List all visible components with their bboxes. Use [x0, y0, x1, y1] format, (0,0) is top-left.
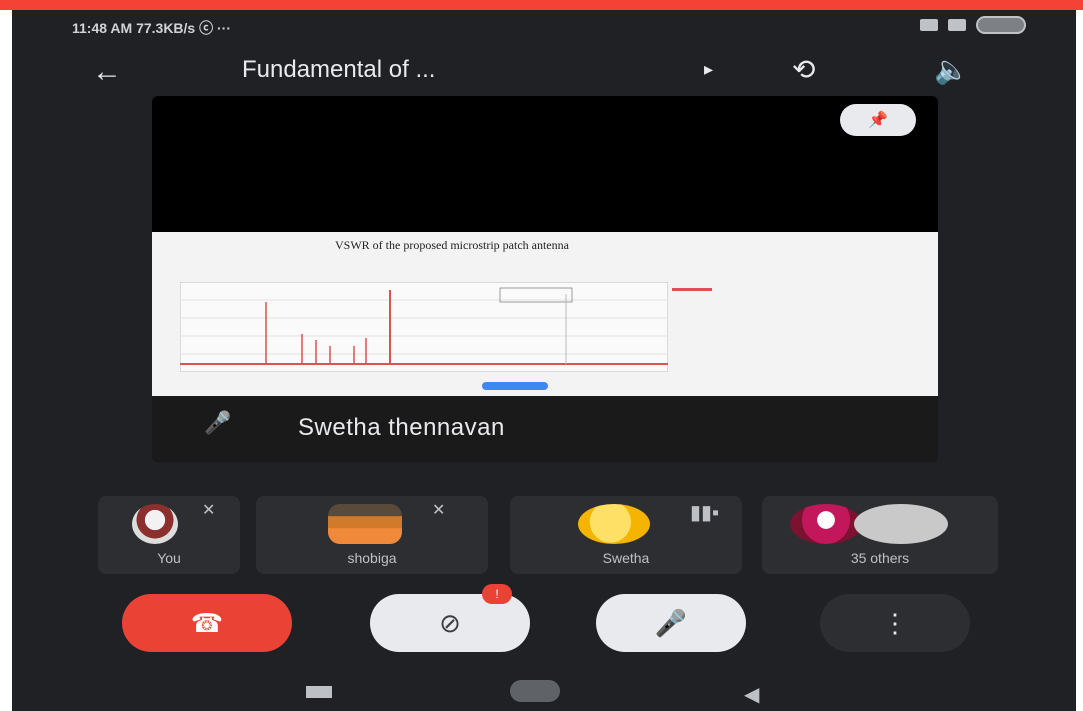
android-nav-bar: ◀ [12, 676, 1076, 711]
meeting-title[interactable]: Fundamental of ... [242, 56, 435, 84]
mic-off-icon: 🎤 [654, 607, 688, 638]
shared-slide: VSWR of the proposed microstrip patch an… [152, 232, 938, 396]
participant-strip: ✕ You ✕ shobiga ▮▮▪ Swetha 35 others [98, 496, 998, 574]
status-icons [920, 16, 1026, 34]
end-call-button[interactable]: ☎ [122, 594, 292, 652]
slide-title: VSWR of the proposed microstrip patch an… [335, 238, 569, 252]
speaker-caption-bar: 🎤 Swetha thennavan [152, 396, 938, 462]
mic-off-icon: ✕ [432, 502, 446, 519]
speaker-icon[interactable]: 🔈 [934, 53, 969, 86]
switch-camera-icon[interactable]: ⟲ [792, 53, 815, 86]
mic-off-icon: ✕ [202, 502, 216, 519]
presentation-stage[interactable]: 📌 VSWR of the proposed microstrip patch … [152, 96, 938, 462]
more-options-button[interactable]: ⋮ [820, 594, 970, 652]
back-arrow-icon[interactable]: ← [92, 55, 122, 89]
tile-label: Swetha [602, 550, 650, 566]
phone-hangup-icon: ☎ [190, 607, 224, 638]
pin-icon: 📌 [868, 112, 888, 129]
avatar [328, 504, 402, 544]
top-red-strip [0, 0, 1083, 10]
tile-label: You [157, 550, 181, 566]
microphone-toggle-button[interactable]: 🎤 [596, 594, 746, 652]
tile-label: shobiga [347, 550, 397, 566]
signal-icon [920, 19, 938, 31]
speaker-name: Swetha thennavan [298, 414, 505, 441]
participant-tile-swetha[interactable]: ▮▮▪ Swetha [510, 496, 742, 574]
recent-apps-icon[interactable] [306, 686, 332, 698]
battery-icon [976, 16, 1026, 34]
vswr-plot [180, 282, 668, 372]
participant-tile-shobiga[interactable]: ✕ shobiga [256, 496, 488, 574]
pin-button[interactable]: 📌 [840, 104, 916, 136]
tile-label: 35 others [850, 550, 910, 566]
more-vertical-icon: ⋮ [882, 607, 908, 638]
avatar [854, 504, 948, 544]
avatar [790, 504, 862, 544]
participant-tile-you[interactable]: ✕ You [98, 496, 240, 574]
status-bar-text: 11:48 AM 77.3KB/s ⓒ ··· [72, 20, 231, 36]
avatar [578, 504, 650, 544]
participant-tile-others[interactable]: 35 others [762, 496, 998, 574]
alert-badge: ! [482, 584, 512, 604]
nav-back-icon[interactable]: ◀ [744, 682, 759, 707]
mic-off-icon: 🎤 [204, 410, 232, 435]
wifi-icon [948, 19, 966, 31]
home-icon[interactable] [510, 680, 560, 702]
camera-off-icon: ⊘ [439, 607, 461, 638]
meet-call-screen: 11:48 AM 77.3KB/s ⓒ ··· ← Fundamental of… [12, 10, 1076, 711]
avatar [132, 504, 178, 544]
slide-blue-button [482, 382, 548, 390]
call-header: ← Fundamental of ... ▸ ⟲ 🔈 [92, 53, 1016, 88]
slide-legend [672, 288, 712, 291]
audio-level-icon: ▮▮▪ [690, 502, 720, 524]
chevron-right-icon[interactable]: ▸ [704, 59, 713, 80]
call-controls: ☎ ⊘ ! 🎤 ⋮ [12, 584, 1076, 660]
